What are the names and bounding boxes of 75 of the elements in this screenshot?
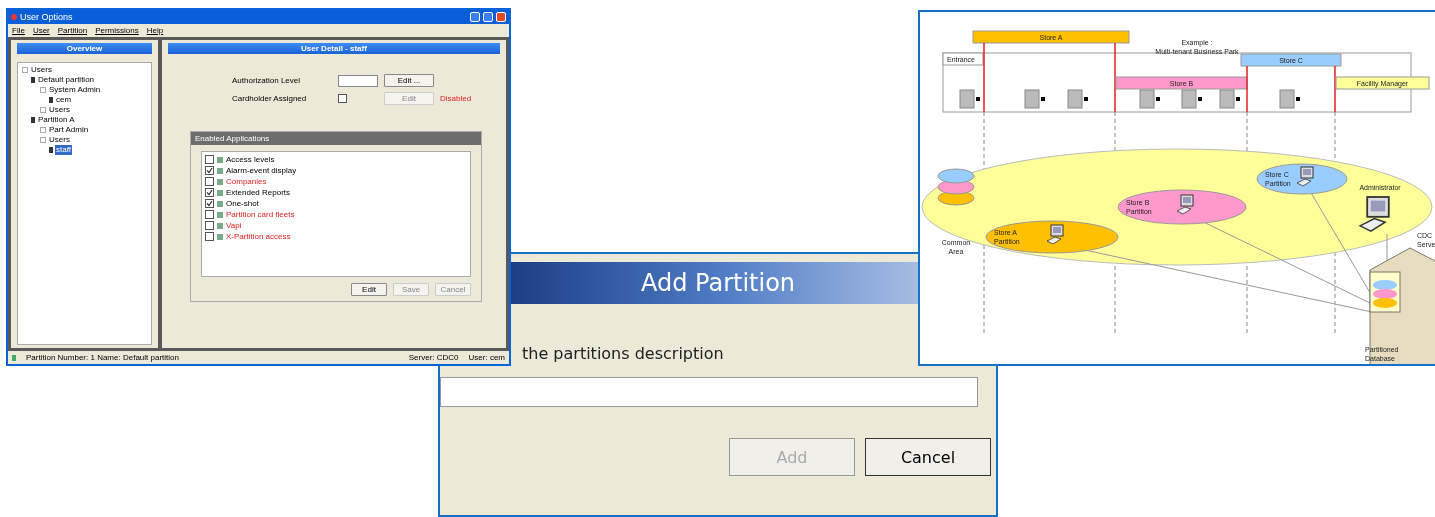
computer-icon (1358, 196, 1390, 233)
door-drawing (1219, 89, 1240, 109)
tree-item[interactable]: Part Admin (48, 125, 90, 135)
panel-title: Overview (17, 43, 152, 54)
checkbox[interactable] (205, 199, 214, 208)
window-title: User Options (20, 12, 74, 22)
tree-item[interactable]: System Admin (48, 85, 102, 95)
boundary-line (1246, 65, 1248, 113)
application-name: Extended Reports (226, 187, 291, 198)
minimize-button[interactable] (470, 12, 480, 22)
menu-item[interactable]: Partition (57, 26, 88, 35)
menu-item[interactable]: File (12, 26, 25, 35)
checkbox[interactable] (205, 188, 214, 197)
checkbox[interactable] (338, 94, 347, 103)
door-drawing (959, 89, 980, 109)
server-icon (31, 77, 35, 83)
boundary-line (1114, 42, 1116, 113)
door-drawing (1067, 89, 1088, 109)
dialog-button[interactable]: Cancel (865, 438, 991, 476)
person-icon (49, 97, 53, 103)
application-name: Vapi (226, 220, 242, 231)
boundary-line (1334, 65, 1336, 113)
expander-icon (40, 87, 46, 93)
prompt-text: the partitions description (522, 344, 725, 363)
door-drawing (1139, 89, 1160, 109)
door-drawing (1279, 89, 1300, 109)
computer-icon (1296, 166, 1314, 187)
menu-item[interactable]: Permissions (95, 26, 139, 35)
close-button[interactable] (496, 12, 506, 22)
tree-item[interactable]: Users (30, 65, 53, 75)
input-field[interactable] (338, 74, 378, 87)
checkbox[interactable] (205, 221, 214, 230)
maximize-button[interactable] (483, 12, 493, 22)
partition-stack-icon (937, 168, 975, 206)
menu-item[interactable]: Help (146, 26, 164, 35)
tree-item[interactable]: Users (48, 105, 71, 115)
app-icon (11, 14, 17, 20)
status-text: User: cem (468, 353, 505, 362)
dialog-button[interactable]: Edit (351, 283, 387, 296)
checkbox[interactable] (205, 155, 214, 164)
field-label: Authorization Level (232, 76, 302, 85)
edit-button[interactable]: Edit ... (384, 74, 434, 87)
tree-item[interactable]: staff (55, 145, 72, 155)
panel-title: User Detail - staff (168, 43, 500, 54)
application-name: One-shot (226, 198, 259, 209)
tree-item[interactable]: Users (48, 135, 71, 145)
computer-icon (1176, 194, 1194, 215)
checkbox[interactable] (205, 166, 214, 175)
group-title: Enabled Applications (191, 132, 481, 145)
status-text: Server: CDC0 (408, 353, 459, 362)
tree-item[interactable]: Partition A (37, 115, 76, 125)
person-icon (49, 147, 53, 153)
expander-icon (40, 107, 46, 113)
application-name: Partition card fleets (226, 209, 295, 220)
application-name: Access levels (226, 154, 275, 165)
application-name: Companies (226, 176, 267, 187)
checkbox[interactable] (205, 177, 214, 186)
menu-item[interactable]: User (32, 26, 50, 35)
computer-icon (1046, 224, 1064, 245)
checkbox[interactable] (205, 210, 214, 219)
input-field[interactable] (440, 377, 978, 407)
door-drawing (1024, 89, 1045, 109)
application-name: Alarm-event display (226, 165, 297, 176)
door-drawing (1181, 89, 1202, 109)
status-text: Partition Number: 1 Name: Default partition (26, 353, 180, 362)
field-label: Cardholder Assigned (232, 94, 308, 103)
tree-item[interactable]: cem (55, 95, 73, 105)
status-icon (12, 354, 16, 361)
checkbox[interactable] (205, 232, 214, 241)
boundary-line (983, 42, 985, 113)
expander-icon (22, 67, 28, 73)
status-text: Disabled (440, 94, 473, 103)
server-icon (31, 117, 35, 123)
tree-item[interactable]: Default partition (37, 75, 96, 85)
application-name: X-Partition access (226, 231, 291, 242)
